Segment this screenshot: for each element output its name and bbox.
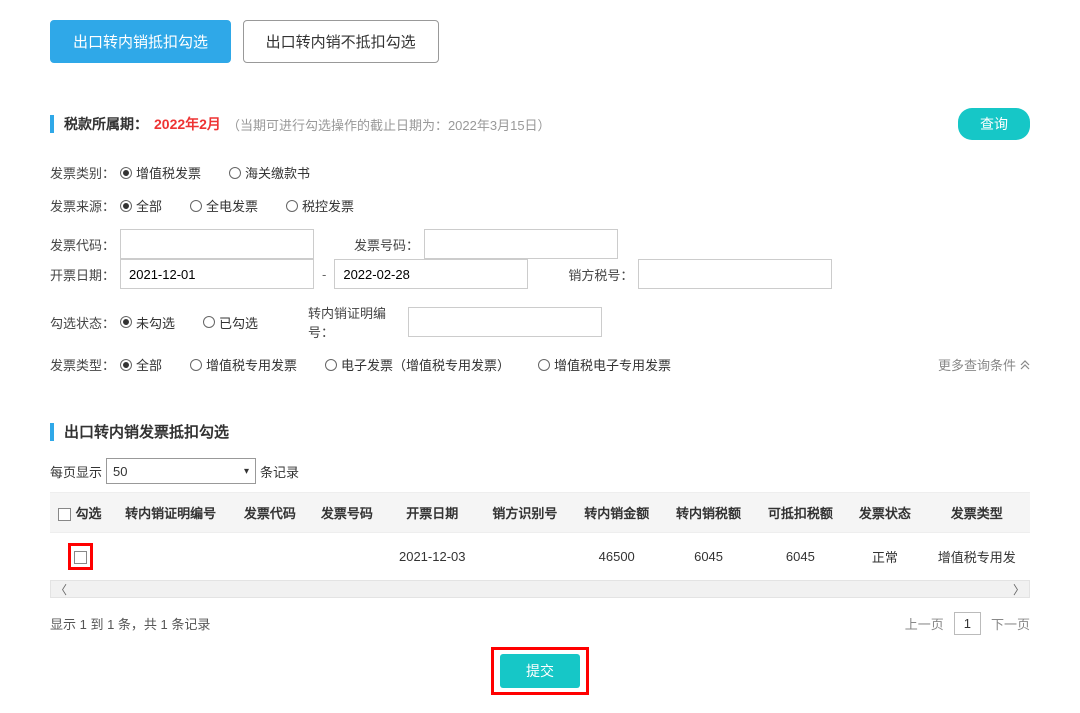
results-table: 勾选 转内销证明编号 发票代码 发票号码 开票日期 销方识别号 转内销金额 转内… — [50, 492, 1030, 580]
submit-button[interactable]: 提交 — [500, 654, 580, 688]
cell-type: 增值税专用发 — [923, 533, 1030, 581]
kp-date-label: 开票日期： — [50, 265, 120, 284]
cell-status: 正常 — [846, 533, 923, 581]
scroll-left-icon[interactable]: 〈 — [55, 581, 67, 598]
radio-type-zyp-label: 增值税专用发票 — [206, 355, 297, 374]
chevron-down-icon — [1020, 360, 1030, 370]
scroll-right-icon[interactable]: 〉 — [1013, 581, 1025, 598]
radio-type-dzzy[interactable]: 增值税电子专用发票 — [538, 355, 671, 374]
period-note: （当期可进行勾选操作的截止日期为：2022年3月15日） — [227, 115, 551, 134]
radio-source-ed-label: 全电发票 — [206, 196, 258, 215]
accent-bar-2 — [50, 423, 54, 441]
tab-export-deduct[interactable]: 出口转内销抵扣勾选 — [50, 20, 231, 63]
cell-tax: 6045 — [663, 533, 755, 581]
radio-type-all-label: 全部 — [136, 355, 162, 374]
col-fp-code: 发票代码 — [231, 493, 308, 533]
radio-source-all[interactable]: 全部 — [120, 196, 162, 215]
date-dash: - — [314, 267, 334, 282]
radio-source-sk[interactable]: 税控发票 — [286, 196, 354, 215]
cert-no-label: 转内销证明编号： — [308, 303, 408, 341]
row-checkbox-highlight — [68, 543, 93, 570]
radio-check-done-label: 已勾选 — [219, 313, 258, 332]
radio-source-sk-label: 税控发票 — [302, 196, 354, 215]
cell-seller-id — [479, 533, 571, 581]
radio-type-all[interactable]: 全部 — [120, 355, 162, 374]
col-check: 勾选 — [75, 506, 101, 521]
radio-customs-label: 海关缴款书 — [245, 163, 310, 182]
per-page-suffix: 条记录 — [260, 462, 299, 481]
footer-info: 显示 1 到 1 条，共 1 条记录 — [50, 614, 210, 633]
kp-date-from[interactable] — [120, 259, 314, 289]
fp-no-label: 发票号码： — [354, 235, 424, 254]
fp-code-input[interactable] — [120, 229, 314, 259]
col-seller-id: 销方识别号 — [479, 493, 571, 533]
accent-bar — [50, 115, 54, 133]
results-title: 出口转内销发票抵扣勾选 — [64, 421, 229, 442]
check-state-label: 勾选状态： — [50, 313, 120, 332]
radio-type-dzp-label: 电子发票（增值税专用发票） — [341, 355, 510, 374]
pager-prev[interactable]: 上一页 — [905, 614, 944, 633]
col-cert-no: 转内销证明编号 — [110, 493, 231, 533]
pager-next[interactable]: 下一页 — [991, 614, 1030, 633]
horizontal-scrollbar[interactable]: 〈 〉 — [50, 580, 1030, 598]
cell-cert-no — [110, 533, 231, 581]
table-row: 2021-12-03 46500 6045 6045 正常 增值税专用发 — [50, 533, 1030, 581]
radio-type-dzzy-label: 增值税电子专用发票 — [554, 355, 671, 374]
fp-category-label: 发票类别： — [50, 163, 120, 182]
col-status: 发票状态 — [846, 493, 923, 533]
radio-source-all-label: 全部 — [136, 196, 162, 215]
col-type: 发票类型 — [923, 493, 1030, 533]
seller-tax-label: 销方税号： — [568, 265, 638, 284]
tab-export-no-deduct[interactable]: 出口转内销不抵扣勾选 — [243, 20, 439, 63]
radio-vat-invoice-label: 增值税发票 — [136, 163, 201, 182]
radio-type-dzp[interactable]: 电子发票（增值税专用发票） — [325, 355, 510, 374]
fp-code-label: 发票代码： — [50, 235, 120, 254]
col-kp-date: 开票日期 — [385, 493, 479, 533]
radio-check-un-label: 未勾选 — [136, 313, 175, 332]
kp-date-to[interactable] — [334, 259, 528, 289]
cell-kp-date: 2021-12-03 — [385, 533, 479, 581]
query-button[interactable]: 查询 — [958, 108, 1030, 140]
per-page-prefix: 每页显示 — [50, 462, 102, 481]
radio-check-done[interactable]: 已勾选 — [203, 313, 258, 332]
row-checkbox[interactable] — [74, 551, 87, 564]
period-value: 2022年2月 — [154, 114, 221, 134]
cell-amount: 46500 — [571, 533, 663, 581]
more-filters-label: 更多查询条件 — [938, 355, 1016, 374]
submit-highlight: 提交 — [491, 647, 589, 695]
cert-no-input[interactable] — [408, 307, 602, 337]
radio-source-ed[interactable]: 全电发票 — [190, 196, 258, 215]
radio-type-zyp[interactable]: 增值税专用发票 — [190, 355, 297, 374]
fp-type-label: 发票类型： — [50, 355, 120, 374]
more-filters-toggle[interactable]: 更多查询条件 — [938, 355, 1030, 374]
chevron-down-icon: ▾ — [244, 466, 249, 477]
col-fp-no: 发票号码 — [308, 493, 385, 533]
cell-deductible: 6045 — [754, 533, 846, 581]
fp-no-input[interactable] — [424, 229, 618, 259]
period-title: 税款所属期： — [64, 114, 148, 134]
select-all-checkbox[interactable] — [58, 508, 71, 521]
radio-check-un[interactable]: 未勾选 — [120, 313, 175, 332]
cell-fp-no — [308, 533, 385, 581]
seller-tax-input[interactable] — [638, 259, 832, 289]
per-page-value: 50 — [113, 464, 127, 479]
col-deductible: 可抵扣税额 — [754, 493, 846, 533]
cell-fp-code — [231, 533, 308, 581]
radio-customs[interactable]: 海关缴款书 — [229, 163, 310, 182]
radio-vat-invoice[interactable]: 增值税发票 — [120, 163, 201, 182]
col-amount: 转内销金额 — [571, 493, 663, 533]
per-page-select[interactable]: 50 ▾ — [106, 458, 256, 484]
col-tax: 转内销税额 — [663, 493, 755, 533]
fp-source-label: 发票来源： — [50, 196, 120, 215]
pager-page-1[interactable]: 1 — [954, 612, 981, 635]
